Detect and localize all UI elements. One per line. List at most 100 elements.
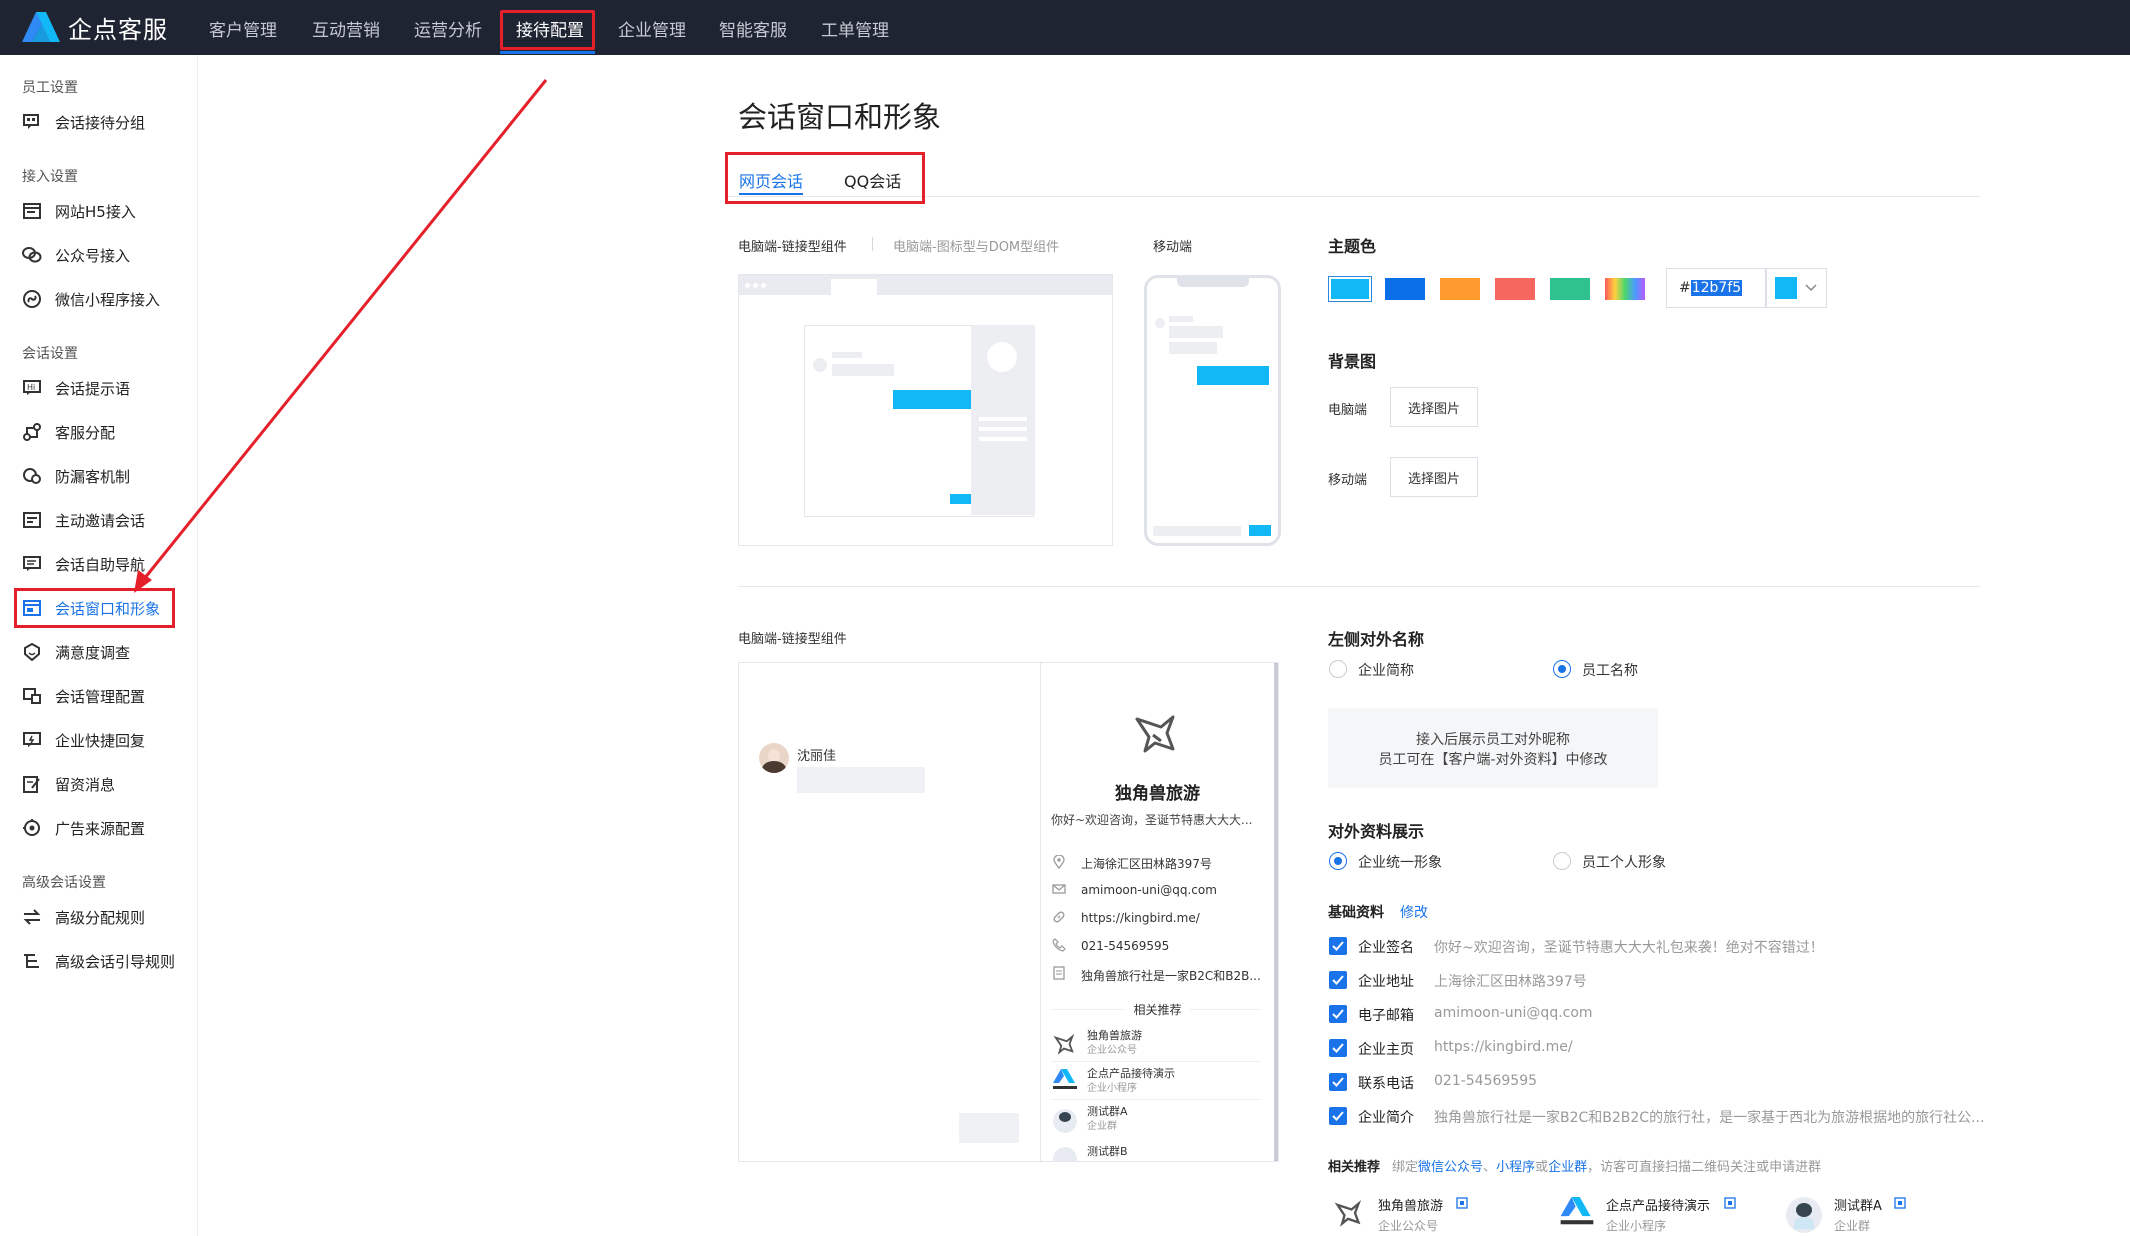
bind-group-link[interactable]: 企业群 xyxy=(1548,1160,1587,1175)
swatch-red[interactable] xyxy=(1495,278,1535,300)
field-value: 上海徐汇区田林路397号 xyxy=(1434,974,1587,990)
message-bubble xyxy=(797,767,925,793)
hint-line: 员工可在【客户端-对外资料】中修改 xyxy=(1378,752,1608,768)
field-value: 你好~欢迎咨询，圣诞节特惠大大大礼包来袭！绝对不容错过！ xyxy=(1434,940,1824,956)
radio-personal-image[interactable] xyxy=(1553,852,1571,870)
picker-preview-swatch xyxy=(1775,277,1797,299)
theme-color-label: 主题色 xyxy=(1328,237,1377,256)
recommend-item-type: 企业群 xyxy=(1834,1219,1871,1233)
chat-scrollbar[interactable] xyxy=(1274,663,1278,1161)
option-personal-image: 员工个人形象 xyxy=(1582,855,1666,871)
phone-icon xyxy=(1052,938,1066,952)
basic-info-label: 基础资料 xyxy=(1328,905,1384,921)
field-label: 企业签名 xyxy=(1358,940,1414,956)
radio-company-abbr[interactable] xyxy=(1329,660,1347,678)
radio-staff-name[interactable] xyxy=(1553,660,1571,678)
external-name-hint: 接入后展示员工对外昵称 员工可在【客户端-对外资料】中修改 xyxy=(1328,708,1658,788)
background-label: 背景图 xyxy=(1328,352,1377,371)
qr-code-icon[interactable] xyxy=(1894,1197,1906,1209)
recommend-item-type: 企业公众号 xyxy=(1378,1219,1439,1233)
chevron-down-icon xyxy=(1805,284,1817,292)
avatar xyxy=(759,743,789,773)
unicorn-logo-icon xyxy=(1334,1199,1362,1227)
qidian-logo-icon xyxy=(1560,1197,1594,1225)
agent-name: 沈丽佳 xyxy=(797,749,837,764)
swatch-orange[interactable] xyxy=(1440,278,1480,300)
chat-preview-label: 电脑端-链接型组件 xyxy=(738,632,847,647)
select-pc-image-button[interactable]: 选择图片 xyxy=(1390,387,1478,427)
select-mobile-image-button[interactable]: 选择图片 xyxy=(1390,457,1478,497)
hint-line: 接入后展示员工对外昵称 xyxy=(1416,732,1570,748)
group-avatar xyxy=(1053,1109,1077,1133)
qr-code-icon[interactable] xyxy=(1724,1197,1736,1209)
group-avatar xyxy=(1786,1197,1822,1233)
swatch-custom-gradient[interactable] xyxy=(1605,278,1645,300)
background-pc-label: 电脑端 xyxy=(1328,403,1368,418)
page-title: 会话窗口和形象 xyxy=(738,100,942,134)
mock-bubble xyxy=(893,390,975,409)
recommend-sep: 、 xyxy=(1483,1160,1497,1175)
checkbox-homepage[interactable] xyxy=(1329,1039,1347,1057)
recommend-item-type: 企业小程序 xyxy=(1606,1219,1667,1233)
related-type: 企业群 xyxy=(1087,1121,1117,1132)
checkbox-email[interactable] xyxy=(1329,1005,1347,1023)
label-separator xyxy=(872,237,873,251)
pc-preview-card xyxy=(738,274,1113,546)
color-picker-dropdown[interactable] xyxy=(1766,268,1827,308)
qr-code-icon[interactable] xyxy=(1456,1197,1468,1209)
chat-window-mock xyxy=(804,325,1035,517)
option-staff-name: 员工名称 xyxy=(1582,663,1638,679)
link-icon xyxy=(1053,911,1065,923)
hex-color-input[interactable]: #12b7f5 xyxy=(1666,268,1766,308)
recommend-item-name: 企点产品接待演示 xyxy=(1606,1199,1711,1214)
profile-address: 上海徐汇区田林路397号 xyxy=(1081,857,1212,871)
recommend-desc: ，访客可直接扫描二维码关注或申请进群 xyxy=(1587,1160,1822,1175)
bind-mini-program-link[interactable]: 小程序 xyxy=(1496,1160,1535,1175)
check-icon xyxy=(1332,1077,1344,1087)
check-icon xyxy=(1332,975,1344,985)
recommend-row: 相关推荐 绑定微信公众号、小程序或企业群，访客可直接扫描二维码关注或申请进群 xyxy=(1328,1156,1821,1175)
recommend-item-name: 测试群A xyxy=(1834,1199,1882,1214)
field-label: 联系电话 xyxy=(1358,1076,1414,1092)
checkbox-address[interactable] xyxy=(1329,971,1347,989)
hex-value: 12b7f5 xyxy=(1690,280,1743,296)
related-type: 企业公众号 xyxy=(1087,1045,1137,1056)
preview-mobile-label: 移动端 xyxy=(1153,240,1193,255)
profile-display-label: 对外资料展示 xyxy=(1328,822,1425,841)
edit-basic-info-link[interactable]: 修改 xyxy=(1400,902,1428,922)
option-company-abbr: 企业简称 xyxy=(1358,663,1414,679)
company-name: 独角兽旅游 xyxy=(1115,784,1200,804)
swatch-blue[interactable] xyxy=(1385,278,1425,300)
field-value: 021-54569595 xyxy=(1434,1073,1538,1089)
radio-unified-image[interactable] xyxy=(1329,852,1347,870)
checkbox-signature[interactable] xyxy=(1329,937,1347,955)
checkbox-intro[interactable] xyxy=(1329,1107,1347,1125)
tabs-highlight-annotation xyxy=(725,152,925,204)
profile-intro: 独角兽旅行社是一家B2C和B2B... xyxy=(1081,969,1261,983)
option-unified-image: 企业统一形象 xyxy=(1358,855,1442,871)
swatch-sky-blue-selected[interactable] xyxy=(1328,276,1372,302)
document-icon xyxy=(1053,966,1065,980)
check-icon xyxy=(1332,941,1344,951)
unicorn-logo-icon xyxy=(1053,1033,1075,1055)
bind-official-account-link[interactable]: 微信公众号 xyxy=(1418,1160,1483,1175)
company-signature: 你好~欢迎咨询，圣诞节特惠大大大... xyxy=(1051,813,1253,827)
profile-email: amimoon-uni@qq.com xyxy=(1081,883,1217,897)
check-icon xyxy=(1332,1111,1344,1121)
check-icon xyxy=(1332,1009,1344,1019)
chat-message-pane: 沈丽佳 xyxy=(739,663,1041,1161)
preview-pc-link-tab[interactable]: 电脑端-链接型组件 xyxy=(738,236,847,255)
field-label: 电子邮箱 xyxy=(1358,1008,1414,1024)
swatch-green[interactable] xyxy=(1550,278,1590,300)
email-icon xyxy=(1052,884,1066,894)
section-divider xyxy=(738,586,1980,587)
unicorn-logo-icon xyxy=(1135,715,1175,753)
group-avatar xyxy=(1053,1147,1077,1161)
mobile-preview-card xyxy=(1144,275,1281,546)
background-mobile-label: 移动端 xyxy=(1328,473,1368,488)
field-value: https://kingbird.me/ xyxy=(1434,1039,1573,1055)
send-area xyxy=(959,1113,1019,1143)
field-value: amimoon-uni@qq.com xyxy=(1434,1005,1593,1021)
preview-pc-icon-tab[interactable]: 电脑端-图标型与DOM型组件 xyxy=(893,236,1059,255)
checkbox-phone[interactable] xyxy=(1329,1073,1347,1091)
